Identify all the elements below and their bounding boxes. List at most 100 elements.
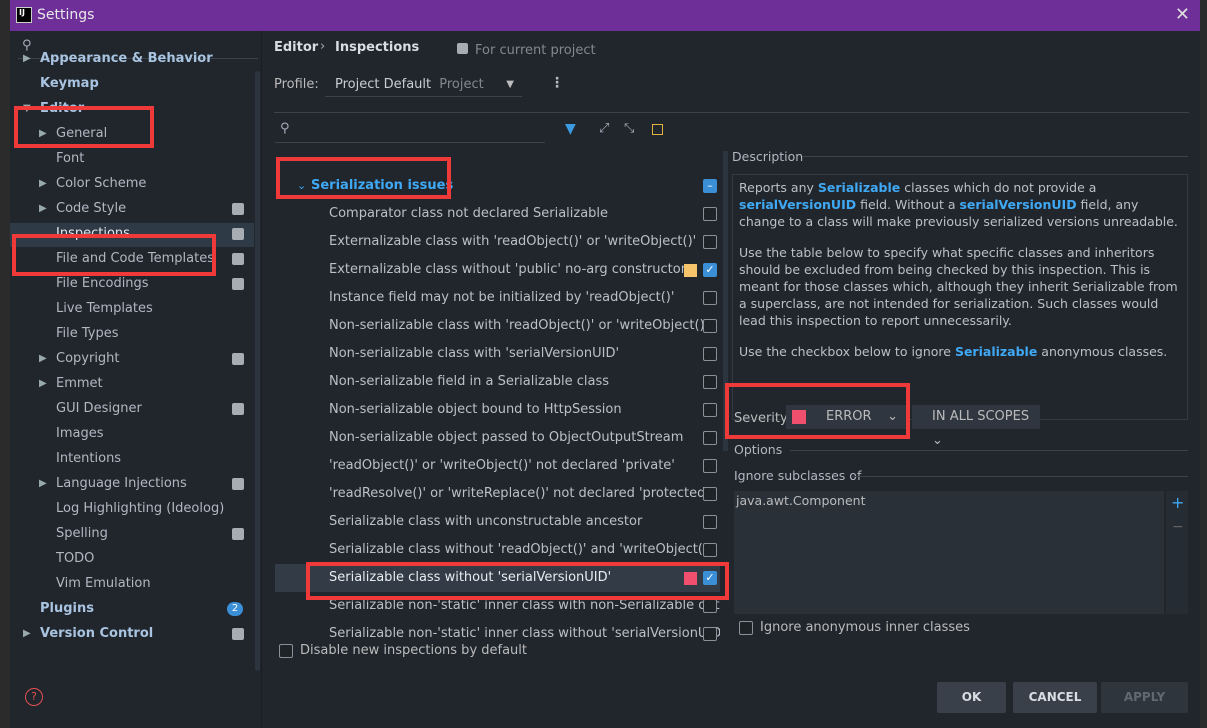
scope-value: IN ALL SCOPES [932,409,1030,424]
inspection-checkbox[interactable] [703,235,717,249]
sidebar-item-images[interactable]: Images [56,423,104,445]
search-icon: ⚲ [22,38,32,53]
sidebar-item-vim-emulation[interactable]: Vim Emulation [56,573,151,595]
inspection-checkbox[interactable] [703,543,717,557]
inspection-checkbox[interactable] [703,515,717,529]
options-title: Options [734,442,783,457]
collapse-all-icon[interactable]: ⤡ [624,121,634,136]
ignore-anonymous-checkbox[interactable] [739,621,753,635]
inspection-row[interactable]: Instance field may not be initialized by… [275,284,720,312]
scope-label: For current project [475,43,596,58]
inspection-row[interactable]: Externalizable class without 'public' no… [275,256,720,284]
inspection-row[interactable]: Non-serializable field in a Serializable… [275,368,720,396]
text: Reports any [739,180,818,195]
inspection-checkbox[interactable]: ✓ [703,263,717,277]
breadcrumb-editor[interactable]: Editor [274,40,318,55]
project-scope-icon [232,203,244,215]
inspection-row[interactable]: Non-serializable class with 'serialVersi… [275,340,720,368]
inspection-checkbox[interactable] [703,403,717,417]
sidebar-item-file-types[interactable]: File Types [56,323,119,345]
text: anonymous classes. [1037,344,1168,359]
expand-arrow-right-icon[interactable]: ▶ [39,478,47,489]
inspection-checkbox[interactable] [703,375,717,389]
breadcrumb-inspections: Inspections [335,40,420,55]
cancel-button[interactable]: CANCEL [1013,682,1097,713]
more-options-icon[interactable]: ⋮ [550,75,564,91]
sidebar-item-language-injections[interactable]: Language Injections [56,473,187,495]
ignored-class-row[interactable]: java.awt.Component [736,493,1162,508]
inspection-checkbox[interactable] [703,599,717,613]
expand-arrow-right-icon[interactable]: ▶ [39,178,47,189]
disable-new-inspections-checkbox[interactable] [279,644,293,658]
sidebar-item-emmet[interactable]: Emmet [56,373,103,395]
inspections-panel: Editor › Inspections For current project… [262,31,1200,728]
project-scope-icon [232,353,244,365]
inspection-label: 'readObject()' or 'writeObject()' not de… [329,458,675,473]
filter-icon[interactable]: ▼ [565,121,576,137]
ignored-classes-table[interactable]: java.awt.Component [734,491,1164,614]
inspection-row[interactable]: Comparator class not declared Serializab… [275,200,720,228]
inspection-label: Serializable class without 'readObject()… [329,542,712,557]
remove-icon[interactable]: − [1172,519,1184,535]
sidebar-item-copyright[interactable]: Copyright [56,348,120,370]
expand-arrow-right-icon[interactable]: ▶ [39,353,47,364]
sidebar-item-gui-designer[interactable]: GUI Designer [56,398,142,420]
add-icon[interactable]: + [1171,493,1184,512]
sidebar-item-keymap[interactable]: Keymap [40,73,99,95]
sidebar-item-plugins[interactable]: Plugins [40,598,94,620]
expand-arrow-right-icon[interactable]: ▶ [23,628,31,639]
expand-arrow-right-icon[interactable]: ▶ [39,378,47,389]
inspection-row[interactable]: 'readResolve()' or 'writeReplace()' not … [275,480,720,508]
disable-new-label: Disable new inspections by default [300,643,528,658]
sidebar-scrollbar[interactable] [255,71,260,671]
inspection-row[interactable]: Externalizable class with 'readObject()'… [275,228,720,256]
expand-arrow-right-icon[interactable]: ▶ [23,53,31,64]
inspection-checkbox[interactable] [703,627,717,641]
inspection-checkbox[interactable] [703,459,717,473]
expand-arrow-right-icon[interactable]: ▶ [39,203,47,214]
sidebar-item-live-templates[interactable]: Live Templates [56,298,153,320]
group-checkbox-partial[interactable]: – [703,179,717,193]
inspection-row[interactable]: Serializable non-'static' inner class wi… [275,620,720,641]
sidebar-item-version-control[interactable]: Version Control [40,623,153,645]
divider [790,450,1188,451]
sidebar-item-spelling[interactable]: Spelling [56,523,108,545]
text: classes which do not provide a [900,180,1097,195]
inspection-row[interactable]: Non-serializable object passed to Object… [275,424,720,452]
inspection-label: Externalizable class with 'readObject()'… [329,234,697,249]
inspection-row[interactable]: Non-serializable object bound to HttpSes… [275,396,720,424]
inspection-row[interactable]: Serializable class without 'readObject()… [275,536,720,564]
inspection-checkbox[interactable] [703,291,717,305]
profile-dropdown[interactable]: Project Default Project ▼ [325,73,522,97]
inspection-checkbox[interactable] [703,207,717,221]
inspection-label: Non-serializable field in a Serializable… [329,374,610,389]
inspection-checkbox[interactable] [703,319,717,333]
sidebar-item-intentions[interactable]: Intentions [56,448,121,470]
sidebar-item-color-scheme[interactable]: Color Scheme [56,173,146,195]
sidebar-item-todo[interactable]: TODO [56,548,94,570]
highlight-severity [725,383,910,439]
sidebar-item-font[interactable]: Font [56,148,84,170]
inspection-row[interactable]: Serializable class with unconstructable … [275,508,720,536]
divider [852,476,1188,477]
scope-dropdown[interactable]: IN ALL SCOPES ⌄ [912,405,1040,448]
sidebar-item-code-style[interactable]: Code Style [56,198,126,220]
inspection-checkbox[interactable] [703,487,717,501]
sidebar-item-file-encodings[interactable]: File Encodings [56,273,149,295]
apply-button[interactable]: APPLY [1101,682,1188,713]
breadcrumb-separator: › [320,39,326,54]
inspection-label: Non-serializable object bound to HttpSes… [329,402,622,417]
ok-button[interactable]: OK [937,682,1006,713]
inspection-checkbox[interactable] [703,431,717,445]
expand-all-icon[interactable]: ⤢ [599,121,609,136]
inspection-row[interactable]: Non-serializable class with 'readObject(… [275,312,720,340]
inspection-search-input[interactable]: ⚲ [275,119,545,143]
inspection-row[interactable]: 'readObject()' or 'writeObject()' not de… [275,452,720,480]
reset-icon[interactable] [652,124,663,135]
inspection-checkbox[interactable] [703,347,717,361]
sidebar-item-appearance-behavior[interactable]: Appearance & Behavior [40,48,213,70]
close-icon[interactable]: ✕ [1175,4,1190,25]
help-button[interactable]: ? [25,688,43,706]
severity-color-swatch [684,264,697,277]
sidebar-item-log-highlighting-ideolog-[interactable]: Log Highlighting (Ideolog) [56,498,224,520]
